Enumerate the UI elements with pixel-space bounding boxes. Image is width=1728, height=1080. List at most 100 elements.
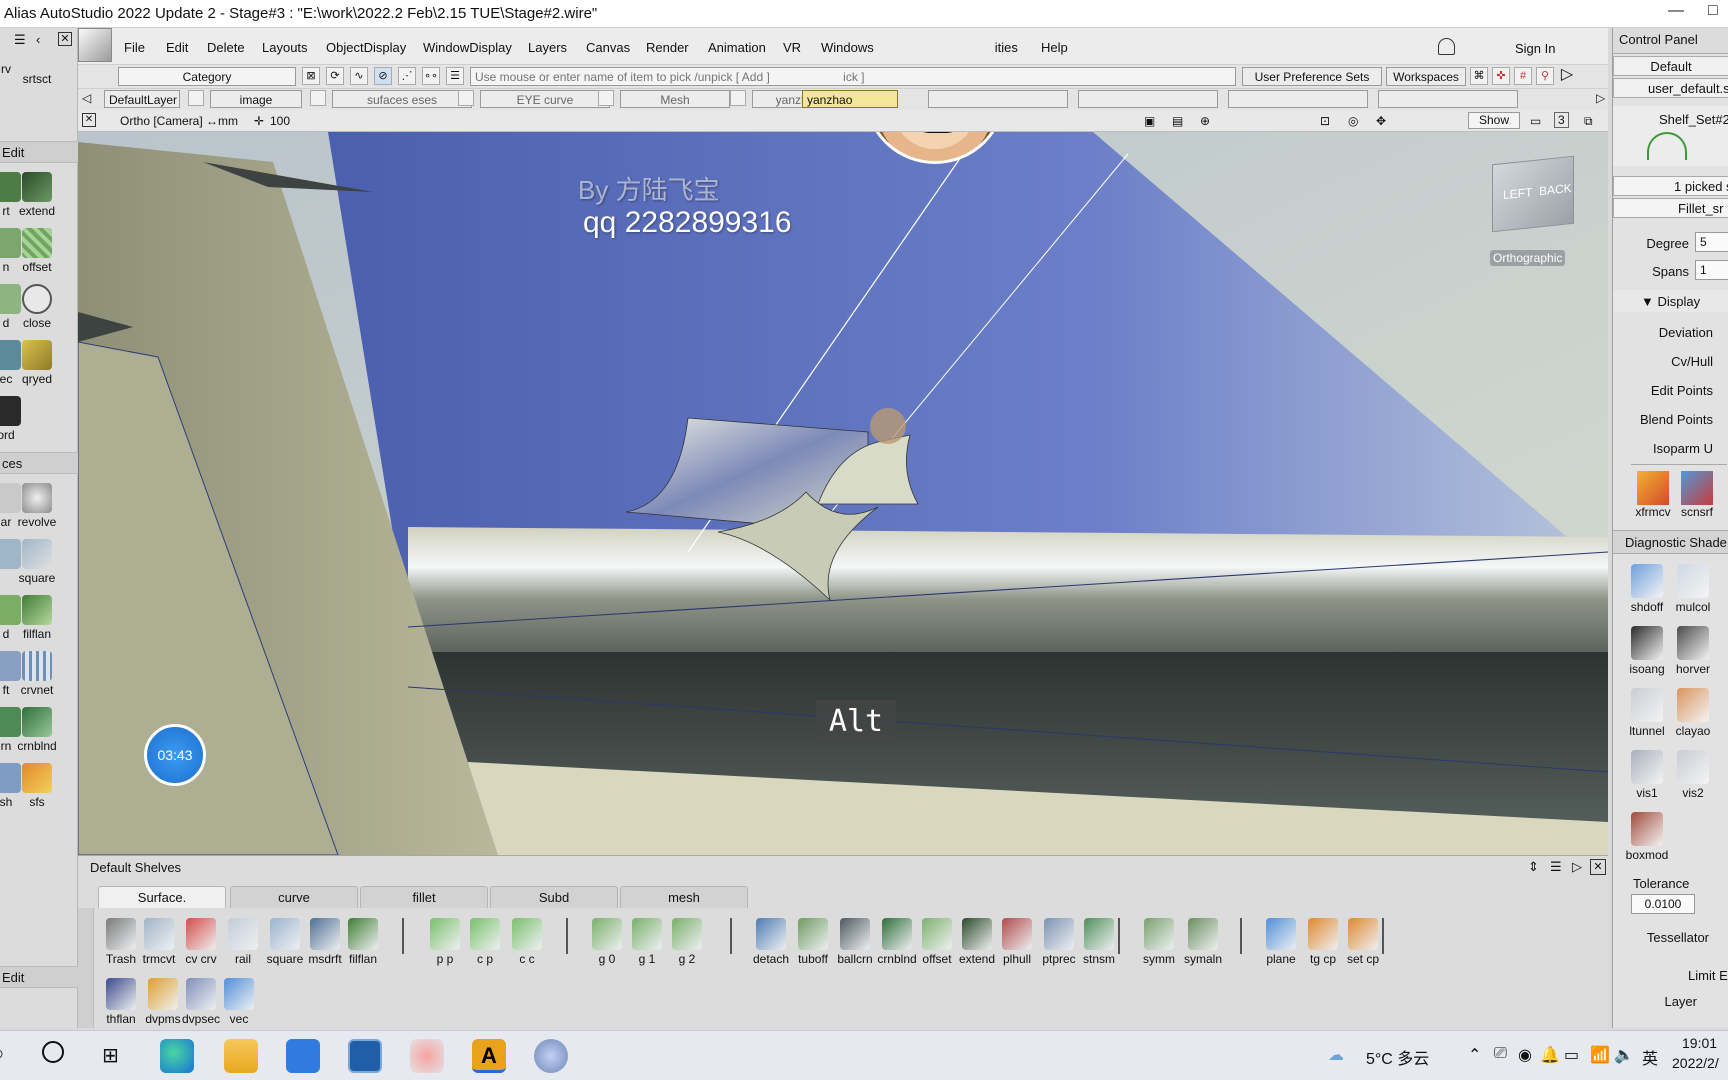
tab-surface[interactable]: Surface. [98, 886, 226, 908]
shelf-item-sfs[interactable]: sfs [17, 763, 57, 809]
tolerance-field[interactable]: 0.0100 [1631, 894, 1695, 914]
menu-windows[interactable]: Windows [821, 40, 874, 55]
shelf-item-vec[interactable]: vec [216, 978, 262, 1028]
weather-text[interactable]: 5°C 多云 [1366, 1045, 1429, 1069]
viewcube-back[interactable]: BACK [1539, 181, 1572, 198]
shelf-item-srtsct[interactable]: srtsct [17, 72, 57, 86]
command-input[interactable] [470, 67, 1236, 86]
back-icon[interactable]: ‹ [36, 32, 40, 47]
scnsrf-button[interactable]: scnsrf [1677, 471, 1717, 519]
show-button[interactable]: Show [1468, 112, 1520, 129]
maximize-viewport-icon[interactable]: ⧉ [1584, 114, 1593, 129]
shelf-item-qryed[interactable]: qryed [17, 340, 57, 386]
menu-canvas[interactable]: Canvas [586, 40, 630, 55]
move-icon[interactable]: ✥ [1376, 114, 1386, 128]
layout-icon[interactable]: ▭ [1530, 114, 1541, 128]
diag-boxmod[interactable]: boxmod [1625, 812, 1669, 862]
viewcube[interactable]: LEFT BACK [1492, 155, 1574, 233]
shelf-item[interactable]: ord [0, 396, 26, 442]
volume-icon[interactable]: 🔈 [1614, 1045, 1634, 1065]
menu-file[interactable]: File [124, 40, 145, 55]
wifi-icon[interactable]: 📶 [1590, 1045, 1610, 1065]
default-dropdown[interactable]: Default [1613, 56, 1728, 76]
shelf-item-plane[interactable]: plane [1258, 918, 1304, 966]
layer-surfaces[interactable]: sufaces eses [332, 90, 472, 108]
layer-checkbox[interactable] [730, 90, 746, 106]
layer-checkbox[interactable] [188, 90, 204, 106]
layer-empty[interactable] [1228, 90, 1368, 108]
diag-ltunnel[interactable]: ltunnel [1625, 688, 1669, 738]
battery-icon[interactable]: ▭ [1564, 1045, 1579, 1065]
alias-icon[interactable]: A [472, 1039, 506, 1073]
comp-icon[interactable] [78, 28, 112, 62]
menu-vr[interactable]: VR [783, 40, 801, 55]
layer-checkbox[interactable] [458, 90, 474, 106]
minimize-button[interactable]: — [1668, 2, 1684, 20]
display-section[interactable]: ▼ Display [1613, 290, 1728, 312]
shelf-item-revolve[interactable]: revolve [17, 483, 57, 529]
shelf-item-tuboff[interactable]: tuboff [790, 918, 836, 966]
viewcube-left[interactable]: LEFT [1503, 185, 1532, 202]
shelf-item-cv-crv[interactable]: cv crv [178, 918, 224, 966]
shelf-item-g-2[interactable]: g 2 [664, 918, 710, 966]
shelf-item-plhull[interactable]: plhull [994, 918, 1040, 966]
shelf-item-symaln[interactable]: symaln [1180, 918, 1226, 966]
shelf-item-close[interactable]: close [17, 284, 57, 330]
menu-utilities[interactable]: Utilities [994, 40, 1018, 55]
play-icon[interactable]: ▷ [1572, 859, 1582, 875]
diag-horver[interactable]: horver [1671, 626, 1715, 676]
curve-icon[interactable]: ∿ [350, 67, 368, 85]
diag-shdoff[interactable]: shdoff [1625, 564, 1669, 614]
scroll-left-icon[interactable]: ◁ [82, 91, 91, 105]
xfrmcv-button[interactable]: xfrmcv [1633, 471, 1673, 519]
scroll-right-icon[interactable]: ▷ [1596, 91, 1605, 105]
shelf-section-edit-2[interactable]: Edit [0, 966, 78, 988]
diag-isoang[interactable]: isoang [1625, 626, 1669, 676]
layer-empty[interactable] [928, 90, 1068, 108]
bell-icon[interactable]: 🔔 [1540, 1045, 1560, 1065]
spans-field[interactable]: 1 [1695, 260, 1728, 280]
look-icon[interactable]: ◎ [1348, 114, 1358, 128]
more-icon[interactable]: ∘∘ [422, 67, 440, 85]
viewport[interactable]: ✕ Ortho [Camera] ↔mm ✛ 100 ▣ ▤ ⊕ ⊡ ◎ ✥ S… [78, 110, 1608, 855]
shelf-item-c-p[interactable]: c p [462, 918, 508, 966]
play-icon[interactable]: ▷ [1558, 67, 1576, 85]
camera-icon[interactable]: ▣ [1144, 114, 1155, 128]
browser-icon[interactable] [534, 1039, 568, 1073]
layer-image[interactable]: image [210, 90, 302, 108]
close-shelf-icon[interactable]: ✕ [1590, 859, 1606, 875]
clock-date[interactable]: 2022/2/ [1672, 1055, 1719, 1071]
shelf-section-surfaces[interactable]: ces [0, 452, 78, 474]
layer-eye-curve[interactable]: EYE curve [480, 90, 610, 108]
ime-indicator[interactable]: 英 [1642, 1045, 1658, 1069]
shelf-item-offset[interactable]: offset [17, 228, 57, 274]
zoom-icon[interactable]: ⊕ [1200, 114, 1210, 128]
menu-windowdisplay[interactable]: WindowDisplay [423, 40, 512, 55]
layer-yanzhao[interactable]: yanzhao [802, 90, 898, 108]
menu-layouts[interactable]: Layouts [262, 40, 308, 55]
transform-icon[interactable]: ✜ [1492, 67, 1510, 85]
user-default-dropdown[interactable]: user_default.s [1613, 78, 1728, 98]
edge-icon[interactable] [160, 1039, 194, 1073]
sign-in-link[interactable]: Sign In [1515, 41, 1555, 56]
tab-fillet[interactable]: fillet [360, 886, 488, 908]
menu-animation[interactable]: Animation [708, 40, 766, 55]
surface-pick-icon[interactable]: ⊘ [374, 67, 392, 85]
point-icon[interactable]: ⋰ [398, 67, 416, 85]
diag-vis2[interactable]: vis2 [1671, 750, 1715, 800]
qq-tray-icon[interactable]: ◉ [1518, 1045, 1532, 1065]
menu-render[interactable]: Render [646, 40, 689, 55]
task-view-icon[interactable]: ⊞ [102, 1043, 119, 1068]
count-badge[interactable]: 3 [1554, 112, 1569, 128]
workspaces-button[interactable]: Workspaces [1386, 67, 1466, 86]
close-icon[interactable]: ✕ [58, 32, 72, 46]
folder-icon[interactable] [224, 1039, 258, 1073]
snap-icon[interactable]: ⚲ [1536, 67, 1554, 85]
menu-icon[interactable]: ☰ [14, 32, 26, 48]
menu-edit[interactable]: Edit [166, 40, 188, 55]
shelf-item-c-c[interactable]: c c [504, 918, 550, 966]
diag-mulcol[interactable]: mulcol [1671, 564, 1715, 614]
shelf-item-filflan[interactable]: filflan [340, 918, 386, 966]
camera-tray-icon[interactable]: ⎚ [1494, 1045, 1507, 1063]
layer-mesh[interactable]: Mesh [620, 90, 730, 108]
